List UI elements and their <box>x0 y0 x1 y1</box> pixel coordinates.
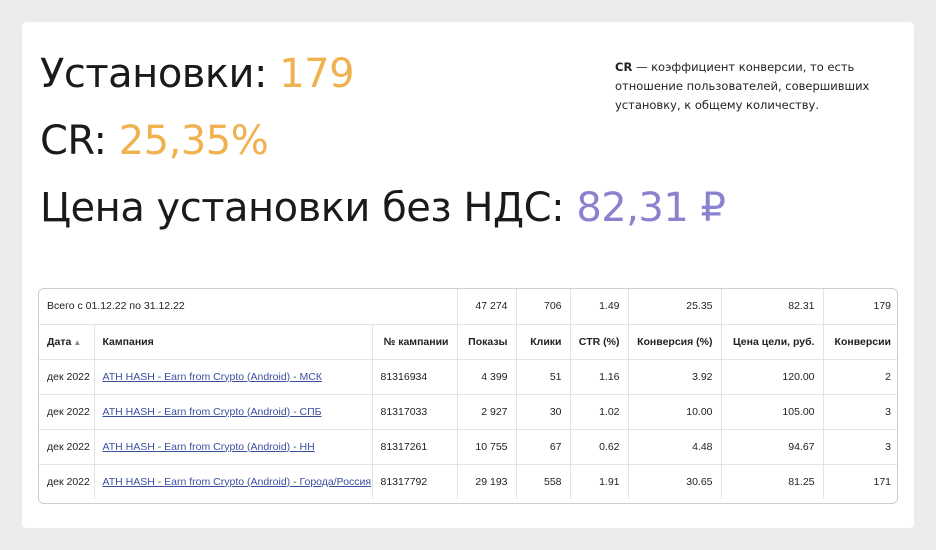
row-ctr: 1.91 <box>570 464 629 499</box>
cr-metric: CR: 25,35% <box>40 117 269 165</box>
col-header-campaign[interactable]: Кампания <box>94 324 373 360</box>
row-clicks: 30 <box>516 394 571 430</box>
row-goal-price: 105.00 <box>721 394 824 430</box>
totals-clicks: 706 <box>516 289 571 325</box>
totals-conversions: 179 <box>823 289 897 325</box>
row-clicks: 67 <box>516 429 571 465</box>
row-campaign-no: 81317792 <box>372 464 458 499</box>
report-card: Установки: 179 CR: 25,35% Цена установки… <box>22 22 914 528</box>
row-date: дек 2022 <box>39 464 95 499</box>
install-price-label: Цена установки без НДС: <box>40 185 577 231</box>
totals-shows: 47 274 <box>457 289 517 325</box>
table-row: дек 2022 ATH HASH - Earn from Crypto (An… <box>39 394 897 430</box>
totals-conversion: 25.35 <box>628 289 722 325</box>
row-date: дек 2022 <box>39 359 95 395</box>
table-row: дек 2022 ATH HASH - Earn from Crypto (An… <box>39 359 897 395</box>
note-term: CR <box>615 60 633 74</box>
cr-definition-note: CR — коэффициент конверсии, то есть отно… <box>615 58 885 115</box>
row-goal-price: 81.25 <box>721 464 824 499</box>
col-header-clicks[interactable]: Клики <box>516 324 571 360</box>
col-header-campaign-no[interactable]: № кампании <box>372 324 458 360</box>
row-campaign-no: 81317261 <box>372 429 458 465</box>
installs-value: 179 <box>279 51 355 97</box>
row-ctr: 1.16 <box>570 359 629 395</box>
campaign-link[interactable]: ATH HASH - Earn from Crypto (Android) - … <box>103 476 372 488</box>
row-clicks: 558 <box>516 464 571 499</box>
col-header-shows[interactable]: Показы <box>457 324 517 360</box>
install-price-value: 82,31 ₽ <box>576 185 726 231</box>
row-conversions: 3 <box>823 429 897 465</box>
campaign-stats-table: Всего с 01.12.22 по 31.12.22 47 274 706 … <box>38 288 898 504</box>
table-row: дек 2022 ATH HASH - Earn from Crypto (An… <box>39 429 897 465</box>
table-row: дек 2022 ATH HASH - Earn from Crypto (An… <box>39 464 897 499</box>
header-row: Дата ▲ Кампания № кампании Показы Клики C… <box>39 324 897 360</box>
sort-asc-icon: ▲ <box>73 337 82 347</box>
row-conversions: 3 <box>823 394 897 430</box>
install-price-metric: Цена установки без НДС: 82,31 ₽ <box>40 184 726 232</box>
row-shows: 29 193 <box>457 464 517 499</box>
row-ctr: 0.62 <box>570 429 629 465</box>
col-header-date[interactable]: Дата ▲ <box>39 324 95 360</box>
campaign-link[interactable]: ATH HASH - Earn from Crypto (Android) - … <box>103 406 322 418</box>
row-conversion: 30.65 <box>628 464 722 499</box>
row-campaign-no: 81316934 <box>372 359 458 395</box>
row-shows: 2 927 <box>457 394 517 430</box>
row-ctr: 1.02 <box>570 394 629 430</box>
row-conversion: 4.48 <box>628 429 722 465</box>
installs-label: Установки: <box>40 51 280 97</box>
row-date: дек 2022 <box>39 429 95 465</box>
totals-row: Всего с 01.12.22 по 31.12.22 47 274 706 … <box>39 289 897 325</box>
row-goal-price: 94.67 <box>721 429 824 465</box>
totals-goal-price: 82.31 <box>721 289 824 325</box>
campaign-link[interactable]: ATH HASH - Earn from Crypto (Android) - … <box>103 441 315 453</box>
note-text: — коэффициент конверсии, то есть отношен… <box>615 60 870 112</box>
row-date: дек 2022 <box>39 394 95 430</box>
col-header-goal-price[interactable]: Цена цели, руб. <box>721 324 824 360</box>
row-goal-price: 120.00 <box>721 359 824 395</box>
row-conversions: 2 <box>823 359 897 395</box>
campaign-link[interactable]: ATH HASH - Earn from Crypto (Android) - … <box>103 371 322 383</box>
row-campaign-no: 81317033 <box>372 394 458 430</box>
row-shows: 10 755 <box>457 429 517 465</box>
col-header-ctr[interactable]: CTR (%) <box>570 324 629 360</box>
col-header-conversions[interactable]: Конверсии <box>823 324 897 360</box>
row-clicks: 51 <box>516 359 571 395</box>
row-conversion: 3.92 <box>628 359 722 395</box>
cr-label: CR: <box>40 118 119 164</box>
installs-metric: Установки: 179 <box>40 50 355 98</box>
row-shows: 4 399 <box>457 359 517 395</box>
totals-ctr: 1.49 <box>570 289 629 325</box>
totals-label: Всего с 01.12.22 по 31.12.22 <box>39 289 458 325</box>
row-conversion: 10.00 <box>628 394 722 430</box>
row-conversions: 171 <box>873 475 892 488</box>
cr-value: 25,35% <box>118 118 269 164</box>
col-header-conversion[interactable]: Конверсия (%) <box>628 324 722 360</box>
